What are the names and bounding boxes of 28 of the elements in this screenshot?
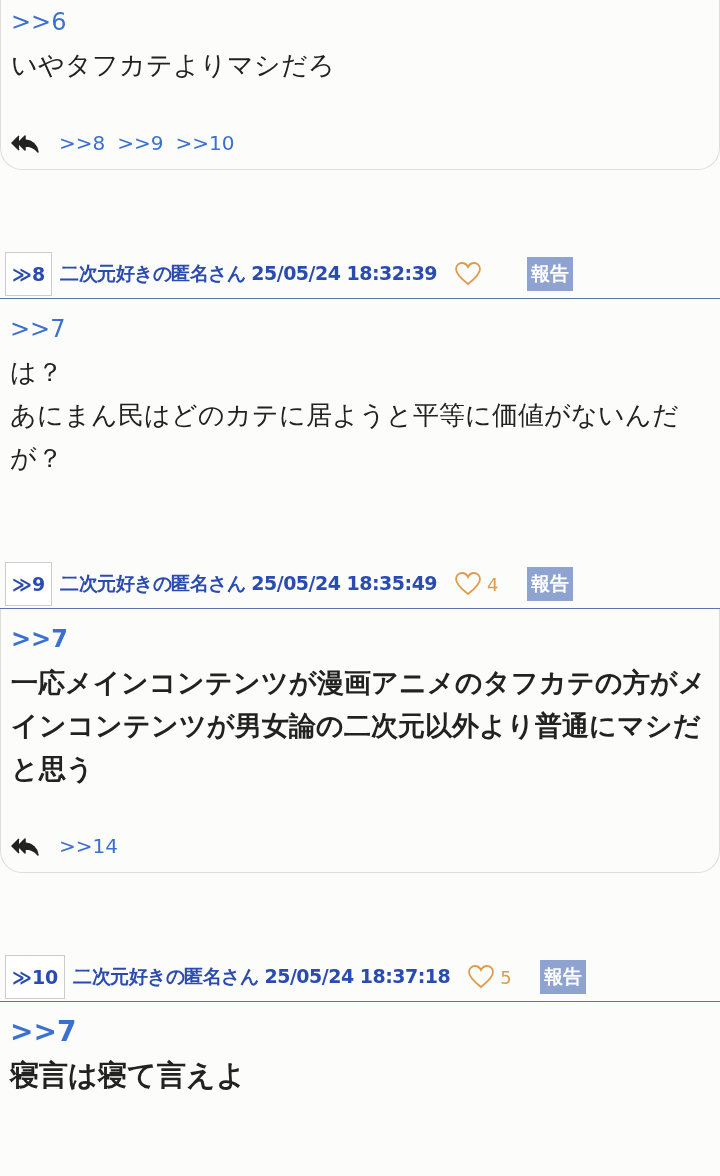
report-button[interactable]: 報告 (527, 567, 574, 601)
reply-anchor-link[interactable]: >>7 (11, 621, 68, 657)
reply-link[interactable]: >>14 (59, 834, 118, 858)
post-number[interactable]: ≫9 (5, 562, 53, 606)
reply-all-icon[interactable] (11, 836, 39, 856)
post-text: いやタフカテよりマシだろ (11, 49, 336, 82)
reply-link[interactable]: >>9 (117, 131, 164, 155)
reply-anchor-link[interactable]: >>6 (11, 4, 67, 40)
reply-all-icon[interactable] (11, 133, 39, 153)
heart-icon[interactable] (455, 262, 482, 286)
reply-anchor-link[interactable]: >>7 (10, 1014, 77, 1050)
reply-anchor-link[interactable]: >>7 (10, 311, 66, 347)
reply-link[interactable]: >>10 (175, 131, 235, 155)
post-text: 寝言は寝て言えよ (10, 1057, 247, 1094)
author-and-date: 二次元好きの匿名さん 25/05/24 18:35:49 (60, 571, 438, 596)
reply-link[interactable]: >>8 (59, 131, 106, 155)
post-text: 一応メインコンテンツが漫画アニメのタフカテの方がメインコンテンツが男女論の二次元以外より普通にマシだと思う (11, 666, 707, 786)
post-text: は？ あにまん民はどのカテに居ようと平等に価値がないんだが？ (10, 356, 680, 475)
author-and-date: 二次元好きの匿名さん 25/05/24 18:37:18 (73, 964, 451, 989)
report-button[interactable]: 報告 (540, 960, 587, 994)
heart-icon[interactable] (468, 965, 495, 989)
post-number[interactable]: ≫10 (5, 955, 66, 999)
report-button[interactable]: 報告 (527, 257, 574, 291)
author-and-date: 二次元好きの匿名さん 25/05/24 18:32:39 (60, 261, 438, 286)
like-count: 5 (500, 966, 512, 988)
post-number[interactable]: ≫8 (5, 252, 53, 296)
like-count: 4 (487, 573, 499, 595)
heart-icon[interactable] (455, 572, 482, 596)
